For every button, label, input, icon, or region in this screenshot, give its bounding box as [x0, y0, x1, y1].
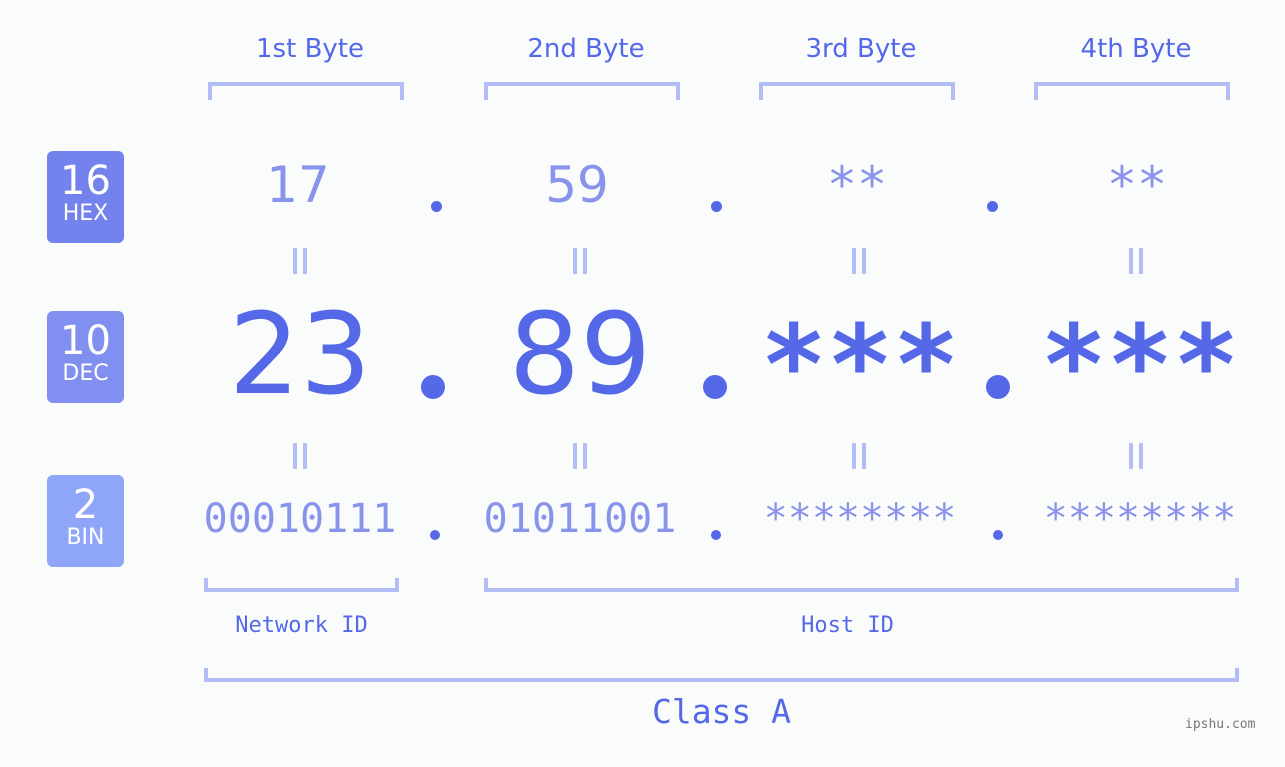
byte-bracket-2	[484, 82, 680, 100]
byte-bracket-4	[1034, 82, 1230, 100]
hex-badge-number: 16	[60, 158, 111, 204]
dec-byte-1: 23	[228, 290, 372, 420]
bin-badge-number: 2	[72, 482, 99, 528]
dec-byte-2: 89	[508, 290, 652, 420]
hex-dot-2	[711, 201, 722, 212]
hex-dot-3	[987, 201, 998, 212]
bin-dot-2	[711, 530, 721, 540]
bin-dot-1	[430, 530, 440, 540]
dec-dot-3	[986, 375, 1010, 399]
host-id-label: Host ID	[801, 613, 894, 638]
dec-byte-4: ***	[1040, 301, 1240, 429]
dec-badge: 10 DEC	[47, 311, 124, 403]
dec-badge-number: 10	[60, 318, 111, 364]
hex-byte-4: **	[1106, 156, 1168, 214]
byte-header-4: 4th Byte	[1080, 34, 1192, 64]
equals-icon	[1116, 441, 1156, 471]
host-id-bracket	[484, 578, 1239, 592]
byte-bracket-3	[759, 82, 955, 100]
network-id-bracket	[204, 578, 399, 592]
equals-icon	[560, 246, 600, 276]
hex-byte-2: 59	[545, 156, 609, 214]
byte-bracket-1	[208, 82, 404, 100]
hex-dot-1	[431, 201, 442, 212]
hex-byte-1: 17	[266, 156, 330, 214]
bin-byte-2: 01011001	[483, 496, 677, 542]
hex-badge-label: HEX	[62, 201, 109, 226]
bin-badge: 2 BIN	[47, 475, 124, 567]
equals-icon	[1116, 246, 1156, 276]
bin-byte-1: 00010111	[203, 496, 397, 542]
watermark: ipshu.com	[1185, 717, 1256, 732]
class-bracket	[204, 668, 1239, 682]
hex-byte-3: **	[826, 156, 888, 214]
byte-header-1: 1st Byte	[256, 34, 364, 64]
bin-byte-4: ********	[1043, 496, 1237, 542]
network-id-label: Network ID	[235, 613, 368, 638]
equals-icon	[560, 441, 600, 471]
bin-byte-3: ********	[763, 496, 957, 542]
dec-dot-2	[703, 375, 727, 399]
dec-badge-label: DEC	[62, 361, 109, 386]
bin-badge-label: BIN	[66, 525, 105, 550]
byte-header-2: 2nd Byte	[527, 34, 645, 64]
dec-dot-1	[421, 375, 445, 399]
equals-icon	[280, 441, 320, 471]
bin-dot-3	[993, 530, 1003, 540]
equals-icon	[839, 246, 879, 276]
dec-byte-3: ***	[760, 301, 960, 429]
equals-icon	[839, 441, 879, 471]
hex-badge: 16 HEX	[47, 151, 124, 243]
equals-icon	[280, 246, 320, 276]
byte-header-3: 3rd Byte	[805, 34, 917, 64]
class-label: Class A	[651, 692, 792, 731]
